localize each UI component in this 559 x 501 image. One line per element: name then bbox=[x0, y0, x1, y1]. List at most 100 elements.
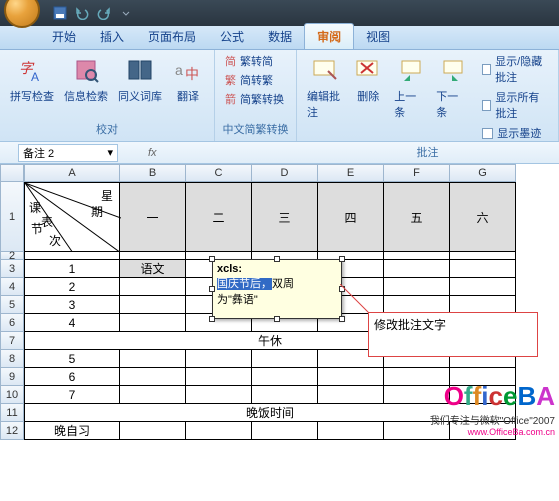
cell[interactable]: 2 bbox=[24, 278, 120, 296]
cell[interactable] bbox=[120, 252, 186, 260]
row-header[interactable]: 11 bbox=[0, 404, 24, 422]
t2s-button[interactable]: 繁简转繁 bbox=[221, 71, 290, 89]
cell[interactable] bbox=[120, 350, 186, 368]
show-ink[interactable]: 显示墨迹 bbox=[478, 124, 552, 142]
translate-button[interactable]: a中翻译 bbox=[168, 52, 208, 106]
cell[interactable] bbox=[252, 386, 318, 404]
tab-home[interactable]: 开始 bbox=[40, 24, 88, 49]
row-header[interactable]: 12 bbox=[0, 422, 24, 440]
cell[interactable] bbox=[384, 278, 450, 296]
select-all-corner[interactable] bbox=[0, 164, 24, 182]
cell[interactable]: 3 bbox=[24, 296, 120, 314]
titlebar bbox=[0, 0, 559, 26]
cell[interactable] bbox=[120, 296, 186, 314]
row-header[interactable]: 1 bbox=[0, 182, 24, 252]
next-comment-button[interactable]: 下一条 bbox=[432, 52, 472, 122]
row-header[interactable]: 4 bbox=[0, 278, 24, 296]
cell[interactable] bbox=[318, 422, 384, 440]
row-header[interactable]: 3 bbox=[0, 260, 24, 278]
cell[interactable] bbox=[384, 260, 450, 278]
dropdown-icon[interactable]: ▾ bbox=[107, 146, 113, 159]
row-header[interactable]: 6 bbox=[0, 314, 24, 332]
prev-comment-button[interactable]: 上一条 bbox=[390, 52, 430, 122]
name-box[interactable]: 备注 2▾ bbox=[18, 144, 118, 162]
row-header[interactable]: 5 bbox=[0, 296, 24, 314]
col-header-E[interactable]: E bbox=[318, 164, 384, 182]
cell[interactable] bbox=[252, 368, 318, 386]
qat-dropdown-icon[interactable] bbox=[118, 5, 134, 21]
cell[interactable] bbox=[120, 368, 186, 386]
col-header-A[interactable]: A bbox=[24, 164, 120, 182]
cell[interactable] bbox=[318, 386, 384, 404]
cell[interactable]: 晚自习 bbox=[24, 422, 120, 440]
spellcheck-button[interactable]: 字A拼写检查 bbox=[6, 52, 58, 106]
save-icon[interactable] bbox=[52, 5, 68, 21]
cell[interactable]: 1 bbox=[24, 260, 120, 278]
row-header[interactable]: 2 bbox=[0, 252, 24, 260]
cell[interactable] bbox=[24, 252, 120, 260]
cell[interactable]: 7 bbox=[24, 386, 120, 404]
diagonal-header-cell[interactable]: 课星表期节次 bbox=[24, 182, 120, 252]
row-header[interactable]: 10 bbox=[0, 386, 24, 404]
research-button[interactable]: 信息检索 bbox=[60, 52, 112, 106]
worksheet[interactable]: ABCDEFG 1课星表期节次一二三四五六231语文4253647午休85961… bbox=[0, 164, 559, 440]
edit-comment-button[interactable]: 编辑批注 bbox=[303, 52, 346, 122]
tab-view[interactable]: 视图 bbox=[354, 24, 402, 49]
row-header[interactable]: 8 bbox=[0, 350, 24, 368]
cell[interactable] bbox=[450, 260, 516, 278]
day-header[interactable]: 四 bbox=[318, 182, 384, 252]
col-header-C[interactable]: C bbox=[186, 164, 252, 182]
day-header[interactable]: 二 bbox=[186, 182, 252, 252]
cell[interactable] bbox=[120, 314, 186, 332]
col-header-F[interactable]: F bbox=[384, 164, 450, 182]
cell[interactable]: 6 bbox=[24, 368, 120, 386]
cell[interactable]: 语文 bbox=[120, 260, 186, 278]
cell[interactable]: 5 bbox=[24, 350, 120, 368]
undo-icon[interactable] bbox=[74, 5, 90, 21]
comment-text[interactable]: 为"彝语" bbox=[217, 294, 258, 306]
convert-button[interactable]: 箭简繁转换 bbox=[221, 90, 290, 108]
day-header[interactable]: 六 bbox=[450, 182, 516, 252]
cell[interactable] bbox=[120, 386, 186, 404]
cell[interactable] bbox=[186, 350, 252, 368]
col-header-B[interactable]: B bbox=[120, 164, 186, 182]
tab-review[interactable]: 审阅 bbox=[304, 23, 354, 49]
thesaurus-button[interactable]: 同义词库 bbox=[114, 52, 166, 106]
comment-text-selected[interactable]: 国庆节后， bbox=[217, 278, 272, 290]
cell[interactable] bbox=[186, 386, 252, 404]
checkbox-icon bbox=[482, 128, 493, 139]
tab-layout[interactable]: 页面布局 bbox=[136, 24, 208, 49]
cell[interactable] bbox=[450, 278, 516, 296]
row-header[interactable]: 9 bbox=[0, 368, 24, 386]
show-hide-comment[interactable]: 显示/隐藏批注 bbox=[478, 52, 552, 86]
cell[interactable] bbox=[186, 422, 252, 440]
cell[interactable]: 4 bbox=[24, 314, 120, 332]
tab-data[interactable]: 数据 bbox=[256, 24, 304, 49]
show-all-comments[interactable]: 显示所有批注 bbox=[478, 88, 552, 122]
next-comment-label: 下一条 bbox=[436, 88, 468, 120]
research-label: 信息检索 bbox=[64, 88, 108, 104]
cell[interactable] bbox=[252, 350, 318, 368]
tab-formula[interactable]: 公式 bbox=[208, 24, 256, 49]
cell[interactable] bbox=[318, 368, 384, 386]
day-header[interactable]: 一 bbox=[120, 182, 186, 252]
fx-label[interactable]: fx bbox=[148, 147, 157, 159]
cell[interactable] bbox=[252, 422, 318, 440]
col-header-D[interactable]: D bbox=[252, 164, 318, 182]
day-header[interactable]: 五 bbox=[384, 182, 450, 252]
delete-comment-button[interactable]: 删除 bbox=[348, 52, 388, 106]
group-proofing-label: 校对 bbox=[96, 119, 118, 139]
tab-insert[interactable]: 插入 bbox=[88, 24, 136, 49]
redo-icon[interactable] bbox=[96, 5, 112, 21]
comment-popup[interactable]: xcls: 国庆节后，双周 为"彝语" bbox=[212, 259, 342, 319]
s2t-button[interactable]: 简繁转简 bbox=[221, 52, 290, 70]
day-header[interactable]: 三 bbox=[252, 182, 318, 252]
cell[interactable] bbox=[120, 278, 186, 296]
cell[interactable] bbox=[186, 368, 252, 386]
row-header[interactable]: 7 bbox=[0, 332, 24, 350]
cell[interactable] bbox=[120, 422, 186, 440]
cell[interactable] bbox=[384, 252, 450, 260]
office-button[interactable] bbox=[4, 0, 40, 28]
cell[interactable] bbox=[450, 252, 516, 260]
col-header-G[interactable]: G bbox=[450, 164, 516, 182]
